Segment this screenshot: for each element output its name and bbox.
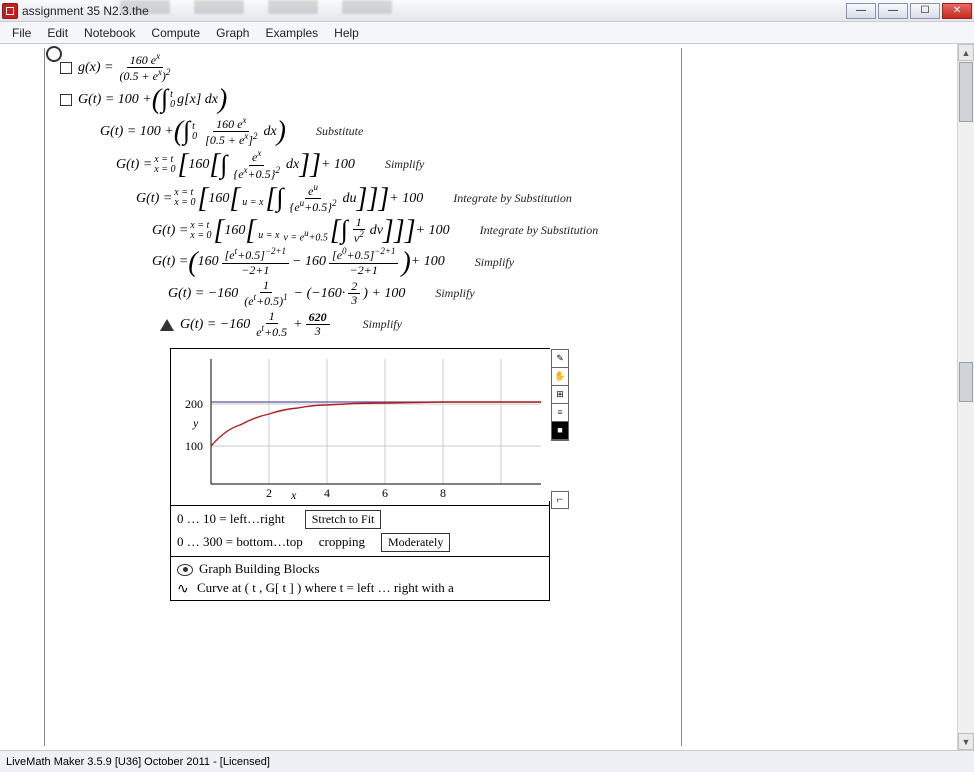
document-area[interactable]: g(x) = 160 ex(0.5 + ex)2 G(t) = 100 + (∫… — [0, 44, 957, 750]
svg-text:8: 8 — [440, 486, 446, 500]
svg-text:y: y — [192, 416, 199, 430]
svg-text:100: 100 — [185, 439, 203, 453]
svg-text:x: x — [290, 488, 297, 501]
chart-svg: 200 100 y 2 4 6 8 x — [171, 349, 551, 501]
graph-tool-grid-icon[interactable]: ⊞ — [552, 386, 568, 404]
minimize-button[interactable]: — — [846, 3, 876, 19]
graph-tool-fill-icon[interactable]: ■ — [552, 422, 568, 440]
triangle-bullet-icon[interactable] — [96, 159, 110, 171]
triangle-bullet-icon[interactable] — [148, 288, 162, 300]
menu-compute[interactable]: Compute — [143, 24, 208, 42]
maximize-button[interactable]: ☐ — [910, 3, 940, 19]
svg-text:4: 4 — [324, 486, 330, 500]
menu-examples[interactable]: Examples — [257, 24, 326, 42]
graph-tool-hand-icon[interactable]: ✋ — [552, 368, 568, 386]
triangle-bullet-icon[interactable] — [116, 192, 130, 204]
curve-icon[interactable] — [177, 584, 193, 594]
graph-toolbar: ✎ ✋ ⊞ ≡ ■ — [551, 349, 569, 441]
graph-plot[interactable]: 200 100 y 2 4 6 8 x ✎ ✋ ⊞ ≡ ■ ⌐ — [170, 348, 550, 506]
close-button[interactable]: ✕ — [942, 3, 972, 19]
graph-resize-icon[interactable]: ⌐ — [551, 491, 569, 509]
titlebar: assignment 35 N2.3.the — — ☐ ✕ — [0, 0, 974, 22]
graph-tool-pencil-icon[interactable]: ✎ — [552, 350, 568, 368]
graph-tool-bars-icon[interactable]: ≡ — [552, 404, 568, 422]
menu-graph[interactable]: Graph — [208, 24, 257, 42]
status-text: LiveMath Maker 3.5.9 [U36] October 2011 … — [6, 756, 270, 768]
scroll-thumb-mid[interactable] — [959, 362, 973, 402]
node-circle-icon[interactable] — [46, 46, 62, 62]
triangle-bullet-icon[interactable] — [80, 126, 94, 138]
vertical-scrollbar[interactable]: ▲ ▼ — [957, 44, 974, 750]
svg-text:200: 200 — [185, 397, 203, 411]
scroll-thumb[interactable] — [959, 62, 973, 122]
triangle-bullet-icon[interactable] — [132, 256, 146, 268]
scroll-up-icon[interactable]: ▲ — [958, 44, 974, 61]
menu-help[interactable]: Help — [326, 24, 367, 42]
menu-file[interactable]: File — [4, 24, 39, 42]
menu-notebook[interactable]: Notebook — [76, 24, 143, 42]
secondary-min-button[interactable]: — — [878, 3, 908, 19]
svg-text:6: 6 — [382, 486, 388, 500]
app-icon — [2, 3, 18, 19]
app-window: assignment 35 N2.3.the — — ☐ ✕ File Edit… — [0, 0, 974, 772]
menu-edit[interactable]: Edit — [39, 24, 76, 42]
triangle-bullet-icon[interactable] — [132, 225, 146, 237]
statusbar: LiveMath Maker 3.5.9 [U36] October 2011 … — [0, 750, 974, 772]
svg-text:2: 2 — [266, 486, 272, 500]
menubar: File Edit Notebook Compute Graph Example… — [0, 22, 974, 44]
scroll-down-icon[interactable]: ▼ — [958, 733, 974, 750]
background-blur — [120, 0, 520, 18]
